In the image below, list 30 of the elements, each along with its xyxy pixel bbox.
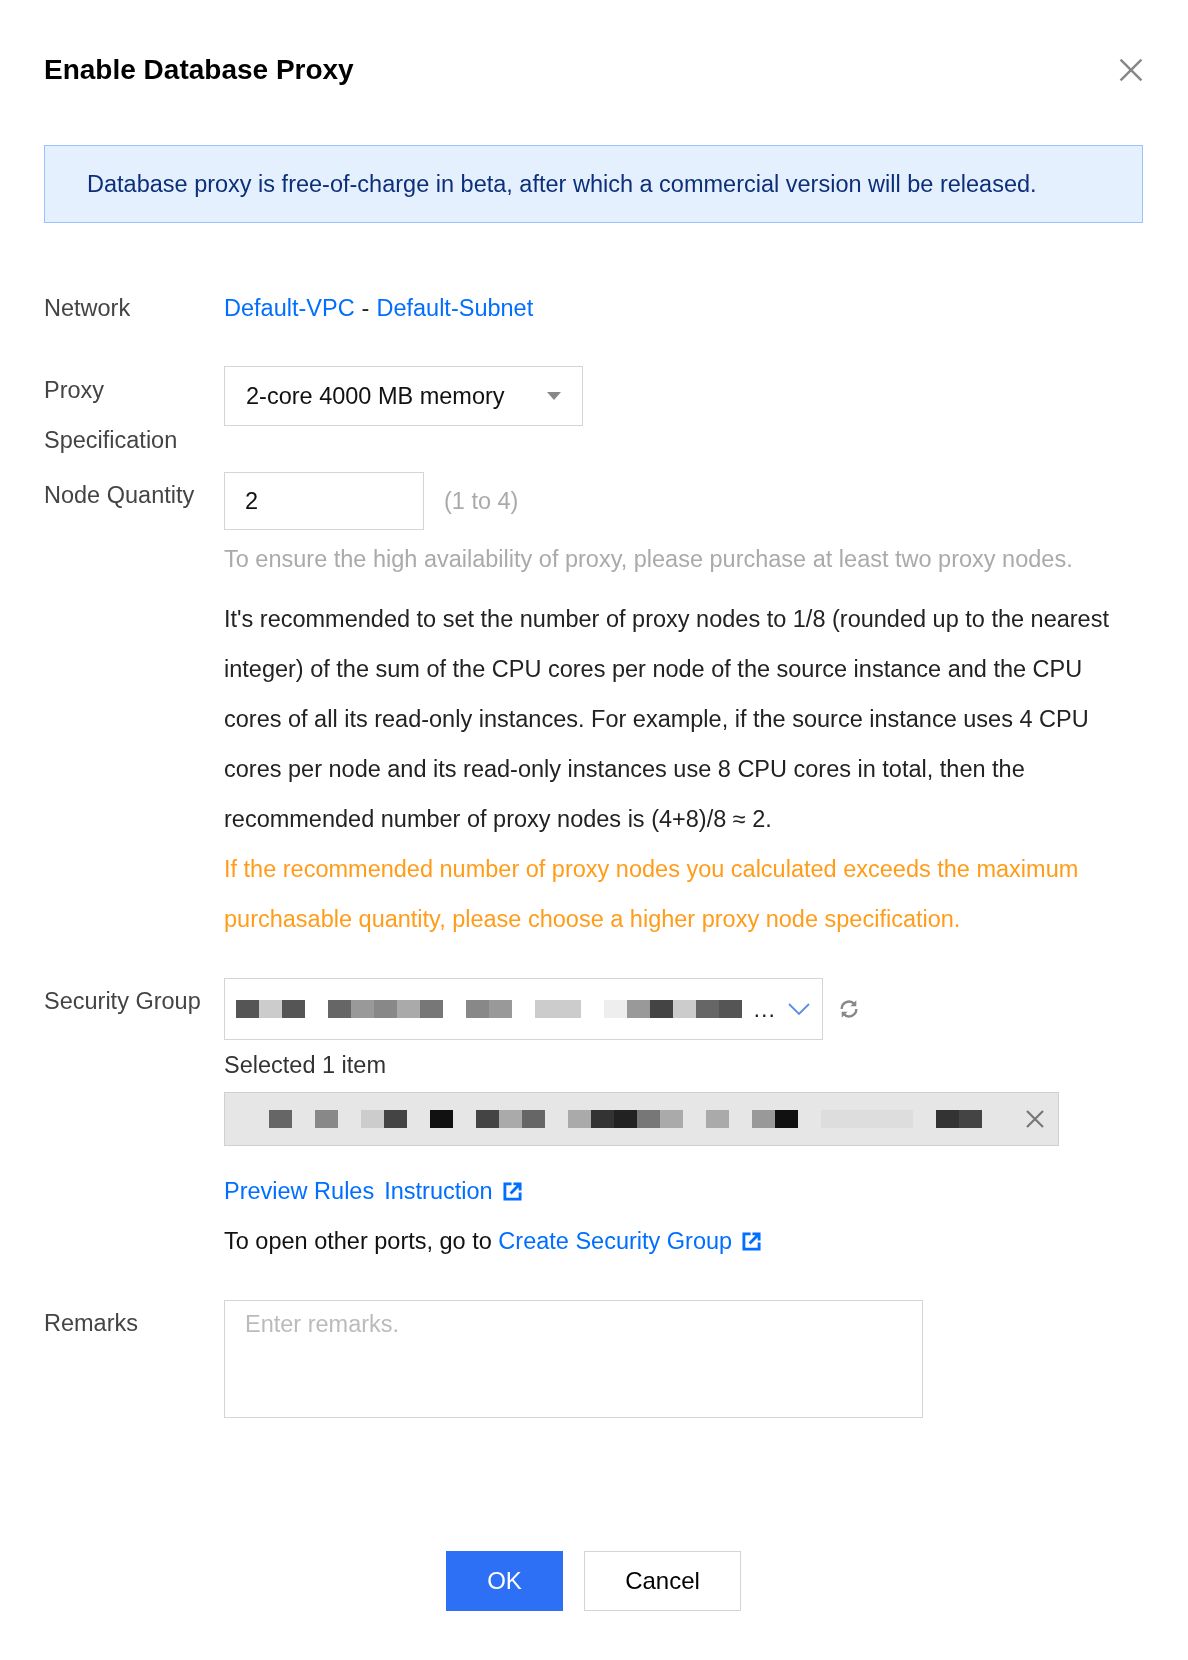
field-label: Remarks bbox=[44, 1309, 139, 1338]
caret-icon bbox=[547, 392, 561, 400]
range-text: (1 to 4) bbox=[444, 487, 519, 515]
separator-text: - bbox=[361, 294, 370, 323]
field-label: Network bbox=[44, 294, 132, 323]
ports-note-text: To open other ports, go to Create Security Group bbox=[224, 1221, 1143, 1261]
field-label: Security Group bbox=[44, 987, 202, 1016]
field-label: Proxy Specification bbox=[44, 376, 179, 455]
recommendation-text: It's recommended to set the number of proxy nodes to 1/8 (rounded up to the nearest integer) of the sum of the CPU cores per node of the source instance and the CPU cores of all its read-only instances. For example, if the source instance uses 4 CPU cores per node and its read-only instances use 8 CPU cores in total, then the recommended number of proxy nodes is (4+8)/8 ≈ 2. bbox=[224, 605, 1110, 834]
security-group-select[interactable]: … bbox=[224, 978, 823, 1040]
dialog-title: Enable Database Proxy bbox=[44, 53, 354, 87]
specification-select[interactable]: 2-core 4000 MB memory bbox=[224, 366, 583, 426]
subnet-link[interactable]: Default-Subnet bbox=[376, 293, 534, 323]
ok-button[interactable]: OK bbox=[446, 1551, 563, 1611]
hint-text: To ensure the high availability of proxy, please purchase at least two proxy nodes. bbox=[224, 545, 1074, 574]
refresh-icon[interactable] bbox=[838, 998, 860, 1020]
remarks-field[interactable]: Enter remarks. bbox=[224, 1300, 923, 1418]
chevron-down-icon bbox=[788, 1003, 810, 1015]
field-label: Node Quantity bbox=[44, 481, 196, 510]
remove-icon[interactable] bbox=[1026, 1110, 1044, 1128]
quantity-input[interactable]: 2 bbox=[224, 472, 424, 530]
rules-link[interactable]: Preview Rules bbox=[224, 1171, 375, 1211]
info-banner: Database proxy is free-of-charge in beta, after which a commercial version will be released. bbox=[44, 145, 1143, 223]
create-security-group-link[interactable]: Create Security Group bbox=[498, 1221, 762, 1261]
warning-text: If the recommended number of proxy nodes you calculated exceeds the maximum purchasable quantity, please choose a higher proxy node specification. bbox=[224, 855, 1080, 934]
rules-link[interactable]: Instruction bbox=[384, 1171, 522, 1211]
cancel-button[interactable]: Cancel bbox=[584, 1551, 741, 1611]
selected-count-text: Selected 1 item bbox=[224, 1051, 387, 1080]
close-icon[interactable] bbox=[1119, 58, 1143, 82]
vpc-link[interactable]: Default-VPC bbox=[224, 293, 355, 323]
